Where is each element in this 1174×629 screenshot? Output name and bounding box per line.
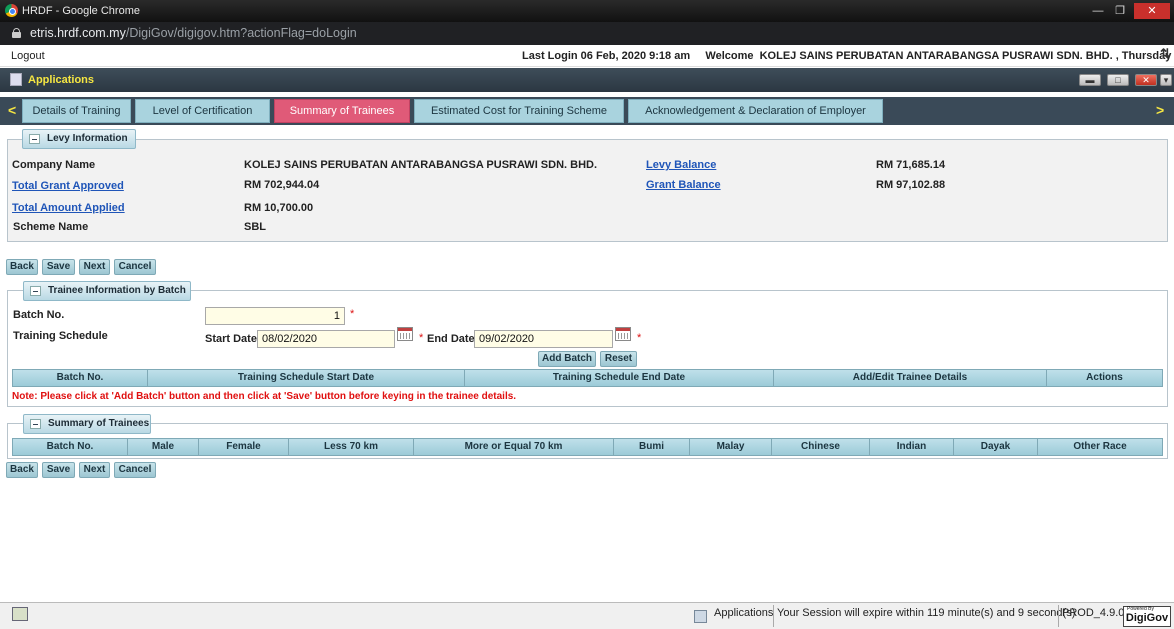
save-button[interactable]: Save: [42, 259, 75, 275]
version-text: PROD_4.9.0: [1062, 607, 1125, 619]
start-date-label: Start Date: [205, 333, 257, 345]
trainee-information-legend[interactable]: Trainee Information by Batch: [23, 281, 191, 301]
end-date-input[interactable]: [474, 330, 613, 348]
tab-estimated-cost[interactable]: Estimated Cost for Training Scheme: [414, 99, 624, 123]
digigov-logo: Powered By DigiGov: [1123, 606, 1171, 627]
add-batch-button[interactable]: Add Batch: [538, 351, 596, 367]
trainee-information-panel: [7, 290, 1168, 407]
back-button[interactable]: Back: [6, 259, 38, 275]
scheme-name-label: Scheme Name: [13, 221, 89, 233]
sync-arrows-icon[interactable]: ⇅: [1160, 46, 1172, 62]
divider: [773, 605, 774, 627]
levy-information-legend[interactable]: Levy Information: [22, 129, 136, 149]
column-dayak[interactable]: Dayak: [954, 439, 1038, 455]
end-date-calendar-icon[interactable]: [615, 327, 631, 341]
restore-window-button[interactable]: ❐: [1111, 3, 1129, 19]
desktop-icon[interactable]: [12, 607, 28, 621]
grant-balance-value: RM 97,102.88: [876, 179, 946, 191]
company-name-value: KOLEJ SAINS PERUBATAN ANTARABANGSA PUSRA…: [244, 159, 598, 171]
column-add-edit-trainee[interactable]: Add/Edit Trainee Details: [774, 370, 1047, 386]
start-date-calendar-icon[interactable]: [397, 327, 413, 341]
batch-table-header: Batch No. Training Schedule Start Date T…: [12, 369, 1163, 387]
minimize-window-button[interactable]: —: [1089, 3, 1107, 19]
logout-link[interactable]: Logout: [11, 50, 45, 62]
cancel-button[interactable]: Cancel: [114, 259, 156, 275]
lock-icon: [12, 28, 21, 38]
cancel-button[interactable]: Cancel: [114, 462, 156, 478]
required-mark: *: [637, 332, 642, 344]
tab-summary-of-trainees[interactable]: Summary of Trainees: [274, 99, 410, 123]
save-button[interactable]: Save: [42, 462, 75, 478]
column-malay[interactable]: Malay: [690, 439, 772, 455]
summary-table-header: Batch No. Male Female Less 70 km More or…: [12, 438, 1163, 456]
company-name-label: Company Name: [12, 159, 96, 171]
column-actions[interactable]: Actions: [1047, 370, 1162, 386]
levy-balance-link[interactable]: Levy Balance: [646, 159, 716, 171]
grant-balance-link[interactable]: Grant Balance: [646, 179, 721, 191]
batch-no-input[interactable]: [205, 307, 345, 325]
applications-icon: [10, 73, 22, 86]
tab-bar: < Details of Training Level of Certifica…: [0, 97, 1174, 125]
column-batch-no[interactable]: Batch No.: [13, 370, 148, 386]
tab-scroll-left-icon[interactable]: <: [8, 102, 16, 118]
session-info-strip: Logout Last Login 06 Feb, 2020 9:18 am W…: [0, 45, 1174, 67]
applications-taskbar-icon[interactable]: [694, 610, 707, 623]
reset-button[interactable]: Reset: [600, 351, 637, 367]
collapse-icon[interactable]: [29, 134, 40, 144]
panel-close-button[interactable]: ✕: [1135, 74, 1157, 86]
collapse-icon[interactable]: [30, 286, 41, 296]
total-grant-approved-link[interactable]: Total Grant Approved: [12, 180, 124, 192]
url-text[interactable]: etris.hrdf.com.my/DigiGov/digigov.htm?ac…: [30, 26, 357, 40]
panel-maximize-button[interactable]: □: [1107, 74, 1129, 86]
tab-scroll-right-icon[interactable]: >: [1156, 102, 1164, 118]
column-indian[interactable]: Indian: [870, 439, 954, 455]
next-button[interactable]: Next: [79, 462, 110, 478]
required-mark: *: [419, 332, 424, 344]
panel-minimize-button[interactable]: ▬: [1079, 74, 1101, 86]
required-mark: *: [350, 308, 355, 320]
column-bumi[interactable]: Bumi: [614, 439, 690, 455]
summary-of-trainees-legend[interactable]: Summary of Trainees: [23, 414, 151, 434]
collapse-icon[interactable]: [30, 419, 41, 429]
column-end-date[interactable]: Training Schedule End Date: [465, 370, 774, 386]
levy-information-panel: [7, 139, 1168, 242]
back-button[interactable]: Back: [6, 462, 38, 478]
window-title: HRDF - Google Chrome: [22, 5, 140, 17]
note-text: Note: Please click at 'Add Batch' button…: [12, 391, 517, 402]
column-female[interactable]: Female: [199, 439, 289, 455]
chrome-logo-icon: [5, 4, 18, 17]
end-date-label: End Date: [427, 333, 475, 345]
tab-acknowledgement-declaration[interactable]: Acknowledgement & Declaration of Employe…: [628, 99, 883, 123]
column-male[interactable]: Male: [128, 439, 199, 455]
total-grant-approved-value: RM 702,944.04: [244, 179, 320, 191]
column-other-race[interactable]: Other Race: [1038, 439, 1162, 455]
browser-title-bar: HRDF - Google Chrome — ❐ ✕: [0, 0, 1174, 22]
total-amount-applied-link[interactable]: Total Amount Applied: [12, 202, 125, 214]
panel-menu-button[interactable]: ▾: [1160, 74, 1172, 86]
close-window-button[interactable]: ✕: [1134, 3, 1170, 19]
applications-taskbar-label[interactable]: Applications: [714, 607, 773, 619]
session-expiry-text: Your Session will expire within 119 minu…: [777, 607, 1076, 619]
applications-title: Applications: [28, 74, 95, 86]
scheme-name-value: SBL: [244, 221, 266, 233]
column-less-70km[interactable]: Less 70 km: [289, 439, 414, 455]
total-amount-applied-value: RM 10,700.00: [244, 202, 314, 214]
start-date-input[interactable]: [257, 330, 395, 348]
column-more-equal-70km[interactable]: More or Equal 70 km: [414, 439, 614, 455]
column-batch-no[interactable]: Batch No.: [13, 439, 128, 455]
column-chinese[interactable]: Chinese: [772, 439, 870, 455]
divider: [1058, 605, 1059, 627]
training-schedule-label: Training Schedule: [13, 330, 108, 342]
levy-balance-value: RM 71,685.14: [876, 159, 946, 171]
applications-header: Applications ▬ □ ✕ ▾: [0, 68, 1174, 92]
tab-details-of-training[interactable]: Details of Training: [22, 99, 131, 123]
tab-level-of-certification[interactable]: Level of Certification: [135, 99, 270, 123]
address-bar[interactable]: etris.hrdf.com.my/DigiGov/digigov.htm?ac…: [0, 22, 1174, 45]
last-login-welcome-text: Last Login 06 Feb, 2020 9:18 am Welcome …: [522, 50, 1174, 62]
status-bar: Applications Your Session will expire wi…: [0, 602, 1174, 629]
column-start-date[interactable]: Training Schedule Start Date: [148, 370, 465, 386]
next-button[interactable]: Next: [79, 259, 110, 275]
batch-no-label: Batch No.: [13, 309, 65, 321]
